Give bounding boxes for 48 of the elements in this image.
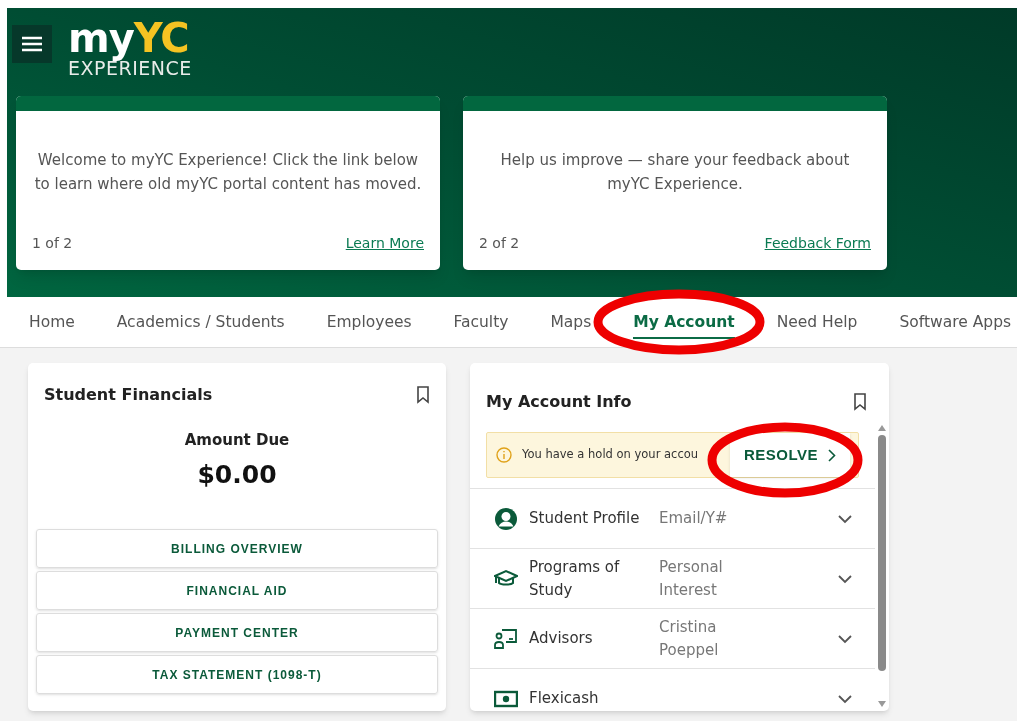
chevron-down-icon[interactable]: [837, 513, 853, 524]
slide-counter: 2 of 2: [479, 234, 520, 253]
chevron-down-icon[interactable]: [837, 573, 853, 584]
nav-tab[interactable]: Software Apps: [899, 305, 1012, 339]
nav-tab[interactable]: Employees: [326, 305, 412, 339]
row-label: Student Profile: [529, 508, 641, 529]
slide-counter: 1 of 2: [32, 234, 73, 253]
nav-tab[interactable]: Need Help: [776, 305, 858, 339]
announcement-text: Welcome to myYC Experience! Click the link below to learn where old myYC portal content has moved.: [33, 150, 423, 195]
announcement-text: Help us improve — share your feedback about myYC Experience.: [499, 150, 851, 195]
bookmark-icon[interactable]: [416, 386, 430, 404]
menu-button[interactable]: [12, 25, 52, 63]
amount-label: Amount Due: [183, 430, 291, 451]
link-button[interactable]: BILLING OVERVIEW: [36, 529, 438, 568]
announcement-link[interactable]: Feedback Form: [764, 233, 871, 254]
chevron-down-icon[interactable]: [837, 633, 853, 644]
card-title: My Account Info: [486, 391, 632, 413]
bookmark-icon[interactable]: [853, 393, 867, 411]
row-value: Cristina Poeppel: [659, 616, 720, 661]
announcement-link[interactable]: Learn More: [345, 233, 424, 254]
link-button[interactable]: FINANCIAL AID: [36, 571, 438, 610]
hold-message: You have a hold on your accou: [522, 446, 699, 464]
banknote-icon: [494, 689, 518, 708]
account-row[interactable]: Programs of Study Personal Interest: [470, 549, 875, 609]
nav-tab[interactable]: Maps: [550, 305, 592, 339]
presenter-icon: [494, 627, 518, 650]
chevron-right-icon: [828, 448, 836, 462]
row-label: Advisors: [529, 628, 594, 649]
link-button[interactable]: TAX STATEMENT (1098-T): [36, 655, 438, 694]
amount-value: $0.00: [196, 458, 278, 491]
account-row[interactable]: Flexicash: [470, 669, 875, 711]
row-label: Flexicash: [529, 688, 600, 709]
card-title: Student Financials: [44, 384, 213, 406]
logo[interactable]: myYC EXPERIENCE: [68, 19, 192, 78]
resolve-button[interactable]: RESOLVE: [729, 433, 850, 477]
account-row[interactable]: Advisors Cristina Poeppel: [470, 609, 875, 669]
account-row[interactable]: Student Profile Email/Y#: [470, 489, 875, 549]
user-circle-icon: [494, 506, 518, 531]
nav-tab[interactable]: Faculty: [453, 305, 509, 339]
info-icon: [496, 447, 512, 463]
row-value: Personal Interest: [659, 556, 724, 601]
nav-tab[interactable]: Academics / Students: [116, 305, 285, 339]
row-label: Programs of Study: [529, 556, 621, 601]
menu-icon: [22, 36, 42, 52]
row-value: Email/Y#: [659, 508, 729, 529]
link-button[interactable]: PAYMENT CENTER: [36, 613, 438, 652]
nav-tab[interactable]: Home: [29, 305, 75, 339]
chevron-down-icon[interactable]: [837, 693, 853, 704]
